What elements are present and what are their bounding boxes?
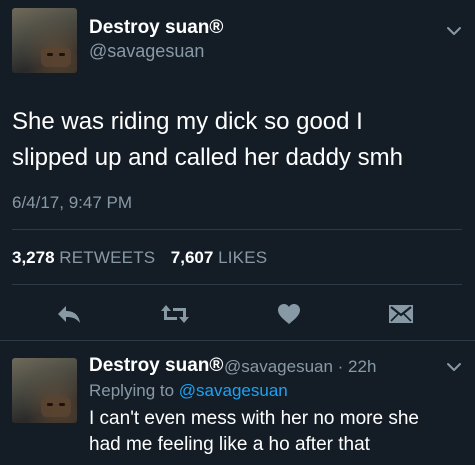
reply-text: I can't even mess with her no more she h… — [89, 406, 469, 458]
chevron-down-icon[interactable] — [446, 26, 462, 36]
tweet-text-line: She was riding my dick so good I — [12, 108, 363, 135]
direct-message-button[interactable] — [386, 300, 416, 328]
retweet-icon — [161, 305, 189, 323]
reply-text-line: I can't even mess with her no more she — [89, 408, 419, 429]
avatar[interactable] — [12, 8, 77, 73]
like-icon — [278, 304, 300, 324]
retweets-label[interactable]: RETWEETS — [59, 248, 155, 267]
tweet-text-line: slipped up and called her daddy smh — [12, 144, 403, 171]
likes-count[interactable]: 7,607 — [171, 248, 214, 267]
avatar[interactable] — [12, 358, 77, 423]
like-button[interactable] — [274, 300, 304, 328]
reply-icon — [58, 306, 80, 323]
dm-icon — [389, 305, 413, 323]
reply-tweet[interactable]: Destroy suan® @savagesuan · 22h Replying… — [0, 340, 475, 465]
author-display-name[interactable]: Destroy suan® — [89, 355, 223, 377]
reply-text-line: had me feeling like a ho after that — [89, 434, 370, 455]
main-tweet: Destroy suan® @savagesuan She was riding… — [0, 0, 475, 340]
tweet-text: She was riding my dick so good I slipped… — [12, 104, 462, 176]
reply-button[interactable] — [54, 300, 84, 328]
author-handle[interactable]: @savagesuan — [89, 41, 204, 62]
divider — [12, 284, 462, 285]
tweet-stats: 3,278 RETWEETS 7,607 LIKES — [12, 248, 267, 268]
retweet-button[interactable] — [160, 300, 190, 328]
likes-label[interactable]: LIKES — [218, 248, 267, 267]
chevron-down-icon[interactable] — [446, 362, 462, 372]
replying-to-label: Replying to — [89, 381, 175, 400]
retweets-count[interactable]: 3,278 — [12, 248, 55, 267]
replying-to: Replying to @savagesuan — [89, 381, 288, 401]
author-display-name[interactable]: Destroy suan® — [89, 17, 223, 39]
author-handle-and-time[interactable]: @savagesuan · 22h — [224, 357, 376, 377]
tweet-timestamp[interactable]: 6/4/17, 9:47 PM — [12, 193, 132, 213]
replying-to-handle-link[interactable]: @savagesuan — [179, 381, 288, 400]
divider — [12, 229, 462, 230]
